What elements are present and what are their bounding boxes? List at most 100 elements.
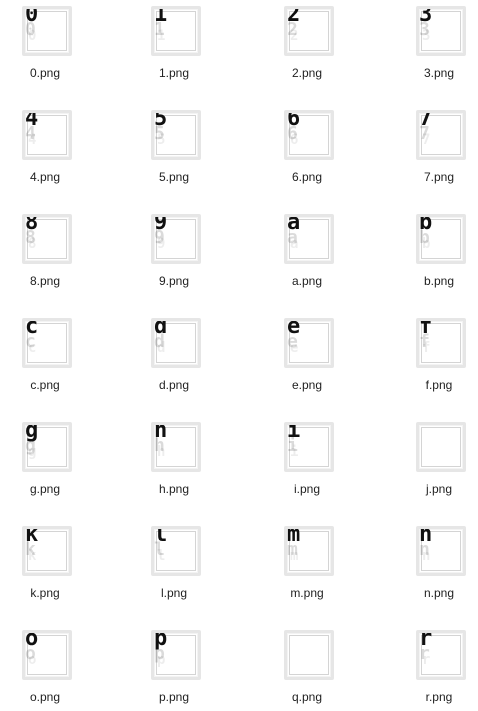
file-item[interactable]: f f f f.png: [394, 318, 478, 398]
file-thumbnail[interactable]: ddd: [151, 318, 201, 368]
file-item[interactable]: d d d d.png: [129, 318, 219, 398]
file-thumbnail[interactable]: bbb: [416, 214, 466, 264]
thumbnail-glyph: m: [287, 526, 301, 547]
file-item[interactable]: l l l l.png: [129, 526, 219, 606]
file-thumbnail[interactable]: aaa: [284, 214, 334, 264]
file-name-label[interactable]: 0.png: [0, 66, 90, 80]
file-thumbnail[interactable]: eee: [284, 318, 334, 368]
thumbnail-glyph: b: [419, 214, 433, 235]
file-thumbnail[interactable]: hhh: [151, 422, 201, 472]
file-name-label[interactable]: k.png: [0, 586, 90, 600]
file-name-label[interactable]: d.png: [129, 378, 219, 392]
file-thumbnail[interactable]: rrr: [416, 630, 466, 680]
thumbnail-glyph: 4: [25, 110, 39, 131]
file-name-label[interactable]: e.png: [262, 378, 352, 392]
file-item[interactable]: g g g g.png: [0, 422, 90, 502]
file-item[interactable]: 5 5 5 5.png: [129, 110, 219, 190]
file-name-label[interactable]: j.png: [394, 482, 478, 496]
file-item[interactable]: 6 6 6 6.png: [262, 110, 352, 190]
file-name-label[interactable]: h.png: [129, 482, 219, 496]
thumbnail-frame: [289, 635, 329, 675]
file-item[interactable]: 4 4 4 4.png: [0, 110, 90, 190]
file-thumbnail[interactable]: 555: [151, 110, 201, 160]
thumbnail-glyph: p: [154, 630, 168, 651]
file-item[interactable]: r r r r.png: [394, 630, 478, 710]
file-thumbnail[interactable]: ggg: [22, 422, 72, 472]
file-name-label[interactable]: 4.png: [0, 170, 90, 184]
file-item[interactable]: q.png: [262, 630, 352, 710]
file-item[interactable]: h h h h.png: [129, 422, 219, 502]
file-thumbnail[interactable]: ooo: [22, 630, 72, 680]
file-thumbnail[interactable]: [284, 630, 334, 680]
file-item[interactable]: k k k k.png: [0, 526, 90, 606]
file-item[interactable]: n n n n.png: [394, 526, 478, 606]
file-thumbnail[interactable]: 999: [151, 214, 201, 264]
file-item[interactable]: e e e e.png: [262, 318, 352, 398]
file-thumbnail[interactable]: kkk: [22, 526, 72, 576]
file-name-label[interactable]: 7.png: [394, 170, 478, 184]
file-thumbnail[interactable]: 888: [22, 214, 72, 264]
file-item[interactable]: 9 9 9 9.png: [129, 214, 219, 294]
file-thumbnail[interactable]: ppp: [151, 630, 201, 680]
file-name-label[interactable]: r.png: [394, 690, 478, 704]
file-name-label[interactable]: 5.png: [129, 170, 219, 184]
file-name-label[interactable]: p.png: [129, 690, 219, 704]
file-item[interactable]: i i i i.png: [262, 422, 352, 502]
file-name-label[interactable]: 2.png: [262, 66, 352, 80]
file-name-label[interactable]: 8.png: [0, 274, 90, 288]
file-thumbnail[interactable]: 666: [284, 110, 334, 160]
file-item[interactable]: 7 7 7 7.png: [394, 110, 478, 190]
file-icon-grid: 0 0 0 0.png 1 1 1 1.png 2 2 2 2.png 3 3 3 3.png 4 4 4 4.png…: [0, 0, 478, 711]
file-thumbnail[interactable]: 111: [151, 6, 201, 56]
file-thumbnail[interactable]: [416, 422, 466, 472]
file-thumbnail[interactable]: lll: [151, 526, 201, 576]
file-item[interactable]: 3 3 3 3.png: [394, 6, 478, 86]
file-item[interactable]: a a a a.png: [262, 214, 352, 294]
file-name-label[interactable]: q.png: [262, 690, 352, 704]
file-name-label[interactable]: i.png: [262, 482, 352, 496]
file-name-label[interactable]: n.png: [394, 586, 478, 600]
file-thumbnail[interactable]: 000: [22, 6, 72, 56]
file-item[interactable]: 1 1 1 1.png: [129, 6, 219, 86]
thumbnail-glyph: k: [25, 526, 39, 547]
file-item[interactable]: p p p p.png: [129, 630, 219, 710]
file-thumbnail[interactable]: nnn: [416, 526, 466, 576]
file-name-label[interactable]: c.png: [0, 378, 90, 392]
file-thumbnail[interactable]: 222: [284, 6, 334, 56]
thumbnail-glyph: 5: [154, 110, 168, 131]
file-name-label[interactable]: l.png: [129, 586, 219, 600]
file-name-label[interactable]: 6.png: [262, 170, 352, 184]
file-thumbnail[interactable]: ccc: [22, 318, 72, 368]
thumbnail-glyph: l: [154, 526, 168, 547]
file-name-label[interactable]: g.png: [0, 482, 90, 496]
thumbnail-glyph: 1: [154, 6, 168, 27]
file-item[interactable]: 8 8 8 8.png: [0, 214, 90, 294]
file-name-label[interactable]: o.png: [0, 690, 90, 704]
file-item[interactable]: 0 0 0 0.png: [0, 6, 90, 86]
thumbnail-glyph: f: [419, 318, 433, 339]
thumbnail-glyph: g: [25, 422, 39, 443]
file-thumbnail[interactable]: iii: [284, 422, 334, 472]
file-item[interactable]: o o o o.png: [0, 630, 90, 710]
file-item[interactable]: m m m m.png: [262, 526, 352, 606]
thumbnail-glyph: 9: [154, 214, 168, 235]
thumbnail-glyph: 7: [419, 110, 433, 131]
file-name-label[interactable]: m.png: [262, 586, 352, 600]
file-thumbnail[interactable]: 777: [416, 110, 466, 160]
file-item[interactable]: 2 2 2 2.png: [262, 6, 352, 86]
thumbnail-glyph: 3: [419, 6, 433, 27]
file-thumbnail[interactable]: 444: [22, 110, 72, 160]
file-name-label[interactable]: 9.png: [129, 274, 219, 288]
file-name-label[interactable]: f.png: [394, 378, 478, 392]
file-name-label[interactable]: 3.png: [394, 66, 478, 80]
file-name-label[interactable]: b.png: [394, 274, 478, 288]
file-item[interactable]: c c c c.png: [0, 318, 90, 398]
thumbnail-glyph: i: [287, 422, 301, 443]
file-name-label[interactable]: a.png: [262, 274, 352, 288]
file-item[interactable]: b b b b.png: [394, 214, 478, 294]
file-thumbnail[interactable]: mmm: [284, 526, 334, 576]
file-item[interactable]: j.png: [394, 422, 478, 502]
file-thumbnail[interactable]: fff: [416, 318, 466, 368]
file-name-label[interactable]: 1.png: [129, 66, 219, 80]
file-thumbnail[interactable]: 333: [416, 6, 466, 56]
